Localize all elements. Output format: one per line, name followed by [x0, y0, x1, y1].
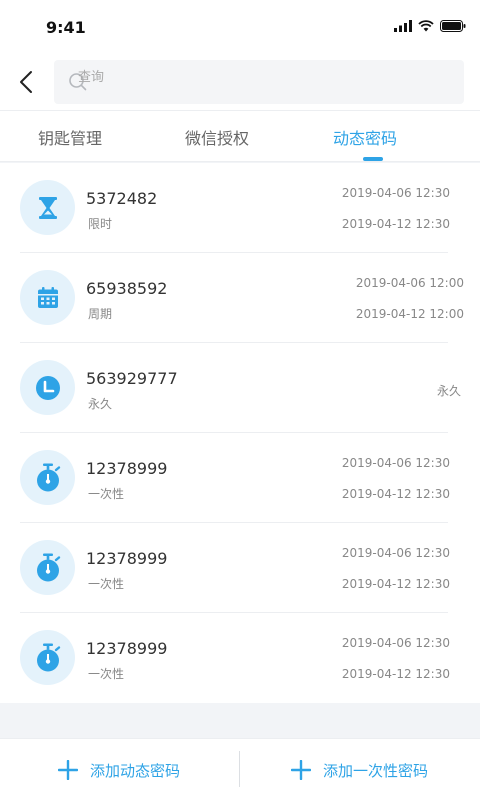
- password-type: 一次性: [88, 487, 125, 501]
- wifi-icon: [418, 20, 434, 32]
- start-time: 2019-04-06 12:30: [341, 186, 450, 200]
- stopwatch-icon: [36, 553, 60, 581]
- end-time: 2019-04-12 12:00: [355, 307, 464, 321]
- stopwatch-icon: [36, 463, 60, 491]
- list-item[interactable]: 563929777 永久 永久: [0, 343, 480, 433]
- list-item[interactable]: 12378999 一次性 2019-04-06 12:30 2019-04-12…: [0, 523, 480, 613]
- tab-key-management[interactable]: 钥匙管理: [38, 111, 102, 163]
- search-input[interactable]: 查询: [54, 60, 464, 104]
- battery-icon: [440, 20, 466, 32]
- password-code: 563929777: [86, 369, 178, 388]
- password-type: 周期: [88, 307, 113, 321]
- bottom-divider: [239, 751, 240, 787]
- password-type: 一次性: [88, 667, 125, 681]
- end-time: 2019-04-12 12:30: [341, 667, 450, 681]
- start-time: 2019-04-06 12:00: [355, 276, 464, 290]
- end-time: 2019-04-12 12:30: [341, 217, 450, 231]
- back-button[interactable]: [10, 62, 42, 102]
- tab-bar: 钥匙管理 微信授权 动态密码: [0, 110, 480, 162]
- list-item[interactable]: 12378999 一次性 2019-04-06 12:30 2019-04-12…: [0, 433, 480, 523]
- tab-wechat-authorization[interactable]: 微信授权: [185, 111, 249, 163]
- end-time: 2019-04-12 12:30: [341, 577, 450, 591]
- validity-note: 永久: [436, 384, 461, 398]
- status-bar: 9:41: [0, 0, 480, 52]
- header: 查询: [0, 52, 480, 110]
- password-type: 永久: [88, 397, 113, 411]
- list-item[interactable]: 5372482 限时 2019-04-06 12:30 2019-04-12 1…: [0, 163, 480, 253]
- bottom-action-bar: 添加动态密码 添加一次性密码: [0, 738, 480, 800]
- start-time: 2019-04-06 12:30: [341, 546, 450, 560]
- row-icon-circle: [20, 450, 75, 505]
- add-dynamic-password-label: 添加动态密码: [90, 761, 181, 780]
- active-tab-indicator: [363, 157, 383, 161]
- chevron-left-icon: [20, 71, 32, 93]
- password-list: 5372482 限时 2019-04-06 12:30 2019-04-12 1…: [0, 163, 480, 703]
- password-type: 限时: [88, 217, 113, 231]
- password-code: 12378999: [86, 459, 168, 478]
- add-one-time-password-button[interactable]: 添加一次性密码: [291, 739, 428, 800]
- list-item[interactable]: 12378999 一次性 2019-04-06 12:30 2019-04-12…: [0, 613, 480, 703]
- calendar-icon: [37, 286, 58, 308]
- row-icon-circle: [20, 540, 75, 595]
- list-item[interactable]: 65938592 周期 2019-04-06 12:00 2019-04-12 …: [0, 253, 480, 343]
- add-one-time-password-label: 添加一次性密码: [323, 761, 429, 780]
- stopwatch-icon: [36, 643, 60, 671]
- status-icons: [394, 20, 466, 32]
- password-code: 12378999: [86, 549, 168, 568]
- search-placeholder: 查询: [78, 70, 105, 85]
- signal-icon: [394, 20, 412, 32]
- password-code: 12378999: [86, 639, 168, 658]
- end-time: 2019-04-12 12:30: [341, 487, 450, 501]
- tab-dynamic-password[interactable]: 动态密码: [333, 111, 397, 163]
- start-time: 2019-04-06 12:30: [341, 636, 450, 650]
- password-code: 5372482: [86, 189, 158, 208]
- hourglass-icon: [38, 196, 57, 219]
- row-icon-circle: [20, 630, 75, 685]
- row-icon-circle: [20, 180, 75, 235]
- plus-icon: [58, 760, 78, 780]
- start-time: 2019-04-06 12:30: [341, 456, 450, 470]
- row-icon-circle: [20, 360, 75, 415]
- plus-icon: [291, 760, 311, 780]
- password-code: 65938592: [86, 279, 168, 298]
- clock-icon: [35, 375, 60, 400]
- status-time: 9:41: [46, 18, 86, 37]
- add-dynamic-password-button[interactable]: 添加动态密码: [58, 739, 180, 800]
- password-type: 一次性: [88, 577, 125, 591]
- row-icon-circle: [20, 270, 75, 325]
